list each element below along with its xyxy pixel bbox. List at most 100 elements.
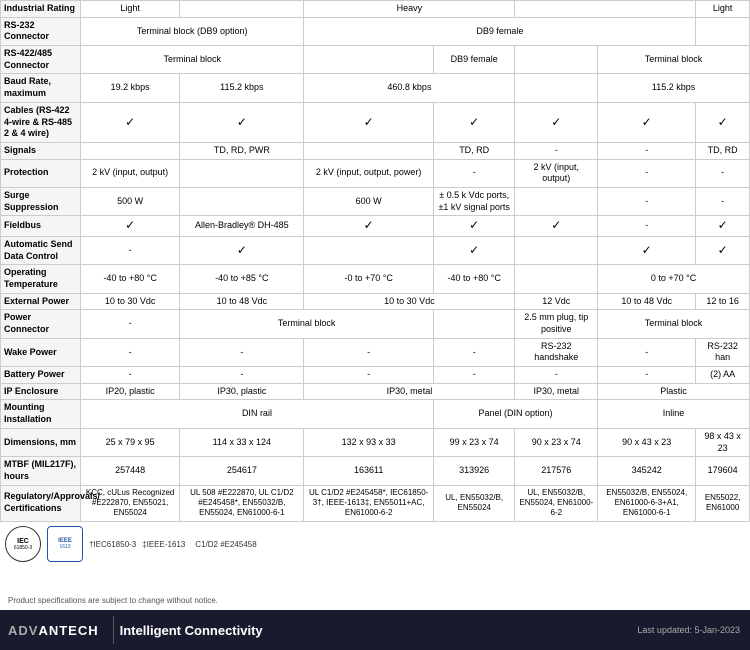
row-label-protection: Protection <box>1 159 81 187</box>
cell: TD, RD <box>433 142 515 159</box>
cell: 163611 <box>304 457 434 485</box>
cell: Terminal block <box>598 46 750 74</box>
cell: Light <box>696 1 750 18</box>
cell: - <box>696 159 750 187</box>
logo-adv: ADV <box>8 623 38 638</box>
cell: 12 Vdc <box>515 293 598 310</box>
cell: - <box>598 142 696 159</box>
row-label-wakepower: Wake Power <box>1 338 81 366</box>
cell: ✓ <box>696 102 750 142</box>
cell: Plastic <box>598 383 750 400</box>
cell: 19.2 kbps <box>81 74 180 102</box>
table-row: Cables (RS-422 4-wire & RS-485 2 & 4 wir… <box>1 102 750 142</box>
cell: ✓ <box>180 236 304 264</box>
footer-divider <box>113 616 114 644</box>
cell: KCC, cULus Recognized #E222870, EN55021,… <box>81 485 180 521</box>
cell: Panel (DIN option) <box>433 400 597 428</box>
table-row: Signals TD, RD, PWR TD, RD - - TD, RD <box>1 142 750 159</box>
footer-logo: ADVANTECH <box>0 623 107 638</box>
cell: 257448 <box>81 457 180 485</box>
cell: 90 x 43 x 23 <box>598 428 696 456</box>
cell: 2 kV (input, output) <box>515 159 598 187</box>
cell: 99 x 23 x 74 <box>433 428 515 456</box>
cell <box>304 46 434 74</box>
cell <box>180 159 304 187</box>
cell: ✓ <box>598 236 696 264</box>
cell: ✓ <box>696 236 750 264</box>
cell <box>304 236 434 264</box>
cell: Inline <box>598 400 750 428</box>
cell: DB9 female <box>433 46 515 74</box>
cell: - <box>304 367 434 384</box>
cell: ✓ <box>433 102 515 142</box>
row-label-optemp: Operating Temperature <box>1 265 81 293</box>
table-row: Automatic Send Data Control - ✓ ✓ ✓ ✓ <box>1 236 750 264</box>
cell: - <box>81 310 180 338</box>
cell: ✓ <box>515 216 598 237</box>
cell: RS-232 han <box>696 338 750 366</box>
cell: - <box>515 142 598 159</box>
cell: 25 x 79 x 95 <box>81 428 180 456</box>
table-row: Mounting Installation DIN rail Panel (DI… <box>1 400 750 428</box>
spec-table: Industrial Rating Light Heavy Light RS-2… <box>0 0 750 522</box>
cell: ✓ <box>433 236 515 264</box>
table-row: Battery Power - - - - - - (2) AA <box>1 367 750 384</box>
cell: Terminal block (DB9 option) <box>81 17 304 45</box>
cert-icon-ieee1613: IEEE 1613 <box>47 526 83 562</box>
cell: - <box>598 367 696 384</box>
cell: - <box>81 338 180 366</box>
cell <box>515 236 598 264</box>
row-label-extpower: External Power <box>1 293 81 310</box>
cell: -40 to +80 °C <box>433 265 515 293</box>
cert-label-c1d2: C1/D2 #E245458 <box>195 540 256 549</box>
cell: -0 to +70 °C <box>304 265 434 293</box>
cell: 12 to 16 <box>696 293 750 310</box>
cell: ✓ <box>696 216 750 237</box>
footer-bar: ADVANTECH Intelligent Connectivity Last … <box>0 610 750 650</box>
cell: IP30, metal <box>515 383 598 400</box>
cell: 313926 <box>433 457 515 485</box>
cell <box>180 187 304 215</box>
cell: EN55022, EN61000 <box>696 485 750 521</box>
table-row: Dimensions, mm 25 x 79 x 95 114 x 33 x 1… <box>1 428 750 456</box>
cell: Terminal block <box>180 310 434 338</box>
cell <box>304 142 434 159</box>
cell: 115.2 kbps <box>180 74 304 102</box>
cell: IP30, metal <box>304 383 515 400</box>
cell: - <box>696 187 750 215</box>
row-label-signals: Signals <box>1 142 81 159</box>
table-row: RS-422/485 Connector Terminal block DB9 … <box>1 46 750 74</box>
row-label-mounting: Mounting Installation <box>1 400 81 428</box>
cell: - <box>180 367 304 384</box>
table-row: Operating Temperature -40 to +80 °C -40 … <box>1 265 750 293</box>
cell: EN55032/B, EN55024, EN61000-6-3+A1, EN61… <box>598 485 696 521</box>
cell: ✓ <box>304 216 434 237</box>
cell: ✓ <box>304 102 434 142</box>
cell: 460.8 kbps <box>304 74 515 102</box>
cell: UL C1/D2 #E245458*, IEC61850-3†, IEEE-16… <box>304 485 434 521</box>
cell: ± 0.5 k Vdc ports, ±1 kV signal ports <box>433 187 515 215</box>
row-label-industrial: Industrial Rating <box>1 1 81 18</box>
cell: 132 x 93 x 33 <box>304 428 434 456</box>
cell: DIN rail <box>81 400 434 428</box>
cell: 90 x 23 x 74 <box>515 428 598 456</box>
row-label-ipenc: IP Enclosure <box>1 383 81 400</box>
cell: ✓ <box>515 102 598 142</box>
cell: 2 kV (input, output, power) <box>304 159 434 187</box>
cell <box>515 187 598 215</box>
cell: ✓ <box>433 216 515 237</box>
cell <box>515 265 598 293</box>
table-row: MTBF (MIL217F), hours 257448 254617 1636… <box>1 457 750 485</box>
footer-note: Product specifications are subject to ch… <box>0 594 750 607</box>
cell: UL 508 #E222870, UL C1/D2 #E245458*, EN5… <box>180 485 304 521</box>
cell: Allen-Bradley® DH-485 <box>180 216 304 237</box>
cell <box>81 142 180 159</box>
cell: UL, EN55032/B, EN55024 <box>433 485 515 521</box>
row-label-baudrate: Baud Rate, maximum <box>1 74 81 102</box>
cell: 217576 <box>515 457 598 485</box>
table-row: Wake Power - - - - RS-232 handshake - RS… <box>1 338 750 366</box>
cell: DB9 female <box>304 17 696 45</box>
cell: - <box>433 367 515 384</box>
table-row: IP Enclosure IP20, plastic IP30, plastic… <box>1 383 750 400</box>
cell: 345242 <box>598 457 696 485</box>
